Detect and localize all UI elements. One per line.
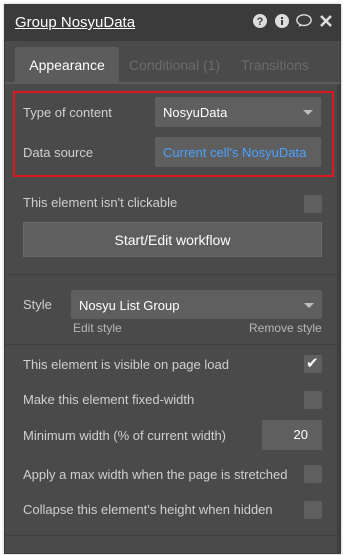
type-of-content-select[interactable]: NosyuData [155, 97, 321, 127]
section-divider [5, 274, 340, 275]
panel-title[interactable]: Group NosyuData [15, 14, 135, 31]
chevron-down-icon [303, 110, 313, 115]
edit-style-link[interactable]: Edit style [73, 321, 122, 335]
info-icon[interactable] [274, 13, 290, 29]
data-source-field[interactable]: Current cell's NosyuData [155, 137, 321, 167]
style-select[interactable]: Nosyu List Group [71, 290, 322, 319]
data-source-value: Current cell's NosyuData [163, 145, 307, 160]
type-of-content-label: Type of content [23, 105, 112, 120]
close-icon[interactable] [318, 13, 334, 29]
not-clickable-checkbox[interactable] [304, 195, 322, 213]
svg-text:?: ? [257, 16, 264, 28]
max-width-checkbox[interactable] [304, 465, 322, 483]
not-clickable-label: This element isn't clickable [23, 195, 178, 210]
section-divider [5, 535, 340, 536]
tab-appearance[interactable]: Appearance [15, 47, 119, 84]
style-value: Nosyu List Group [79, 298, 180, 313]
max-width-label: Apply a max width when the page is stret… [23, 467, 288, 482]
type-of-content-value: NosyuData [163, 105, 228, 120]
scrollbar[interactable] [337, 85, 340, 553]
property-editor-panel: Group NosyuData ? Appearance Conditional… [4, 4, 341, 554]
help-circle-icon[interactable]: ? [252, 13, 268, 29]
header-icons: ? [252, 13, 334, 29]
fixed-width-checkbox[interactable] [304, 391, 322, 409]
tab-conditional[interactable]: Conditional (1) [129, 47, 220, 84]
comment-icon[interactable] [296, 13, 312, 29]
data-source-label: Data source [23, 145, 94, 160]
remove-style-link[interactable]: Remove style [249, 321, 322, 335]
start-edit-workflow-button[interactable]: Start/Edit workflow [23, 222, 322, 257]
visible-on-load-label: This element is visible on page load [23, 357, 229, 372]
panel-header: Group NosyuData ? [5, 5, 340, 41]
collapse-height-label: Collapse this element's height when hidd… [23, 502, 273, 517]
min-width-label: Minimum width (% of current width) [23, 428, 226, 443]
section-divider [5, 344, 340, 345]
fixed-width-label: Make this element fixed-width [23, 392, 195, 407]
tab-bar: Appearance Conditional (1) Transitions [5, 47, 340, 84]
tab-underline [5, 82, 340, 84]
chevron-down-icon [304, 303, 314, 308]
collapse-height-checkbox[interactable] [304, 501, 322, 519]
visible-on-load-checkbox[interactable] [304, 354, 322, 373]
min-width-input[interactable]: 20 [262, 420, 322, 450]
tab-transitions[interactable]: Transitions [241, 47, 309, 84]
style-label: Style [23, 297, 52, 312]
